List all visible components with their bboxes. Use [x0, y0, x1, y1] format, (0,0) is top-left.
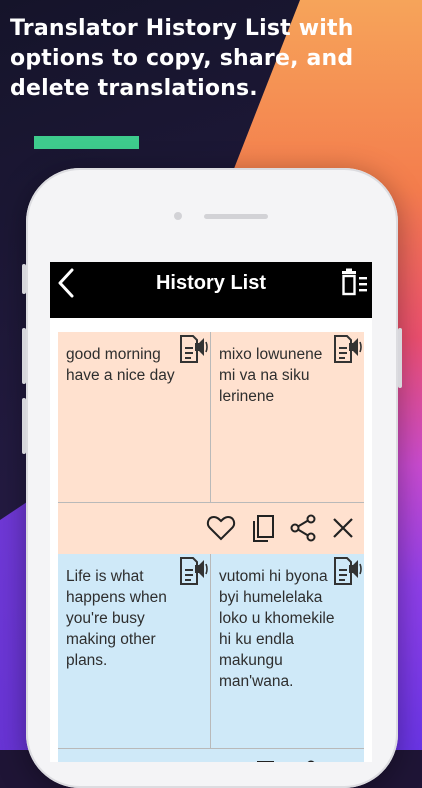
delete-all-icon[interactable]	[340, 268, 368, 298]
speak-source-icon[interactable]	[178, 334, 208, 364]
copy-icon[interactable]	[248, 759, 278, 762]
delete-icon[interactable]	[328, 513, 358, 543]
history-item: good morning have a nice day mixo lowune…	[58, 332, 364, 554]
translation-column: mixo lowunene mi va na siku lerinene	[211, 332, 364, 502]
history-item: Life is what happens when you're busy ma…	[58, 554, 364, 762]
favorite-icon[interactable]	[206, 759, 236, 762]
earpiece	[204, 214, 268, 219]
translated-text: mixo lowunene mi va na siku lerinene	[219, 346, 323, 405]
promo-headline: Translator History List with options to …	[10, 16, 354, 101]
translated-text: vutomi hi byona byi humelelaka loko u kh…	[219, 568, 335, 690]
source-column: Life is what happens when you're busy ma…	[58, 554, 211, 748]
app-screen: History List good morning have a nice da…	[50, 262, 372, 762]
source-text: Life is what happens when you're busy ma…	[66, 568, 167, 669]
speak-translation-icon[interactable]	[332, 334, 362, 364]
speak-source-icon[interactable]	[178, 556, 208, 586]
delete-icon[interactable]	[328, 759, 358, 762]
item-actions	[58, 748, 364, 762]
copy-icon[interactable]	[248, 513, 278, 543]
item-actions	[58, 502, 364, 553]
volume-down-button	[22, 398, 26, 454]
speak-translation-icon[interactable]	[332, 556, 362, 586]
source-text: good morning have a nice day	[66, 346, 175, 384]
mute-switch	[22, 264, 26, 294]
front-camera	[174, 212, 182, 220]
share-icon[interactable]	[288, 513, 318, 543]
translation-column: vutomi hi byona byi humelelaka loko u kh…	[211, 554, 364, 748]
source-column: good morning have a nice day	[58, 332, 211, 502]
volume-up-button	[22, 328, 26, 384]
share-icon[interactable]	[288, 759, 318, 762]
phone-frame: History List good morning have a nice da…	[22, 168, 402, 788]
favorite-icon[interactable]	[206, 513, 236, 543]
page-title: History List	[155, 272, 267, 294]
accent-bar	[34, 136, 139, 149]
power-button	[398, 328, 402, 388]
app-bar: History List	[50, 262, 372, 318]
